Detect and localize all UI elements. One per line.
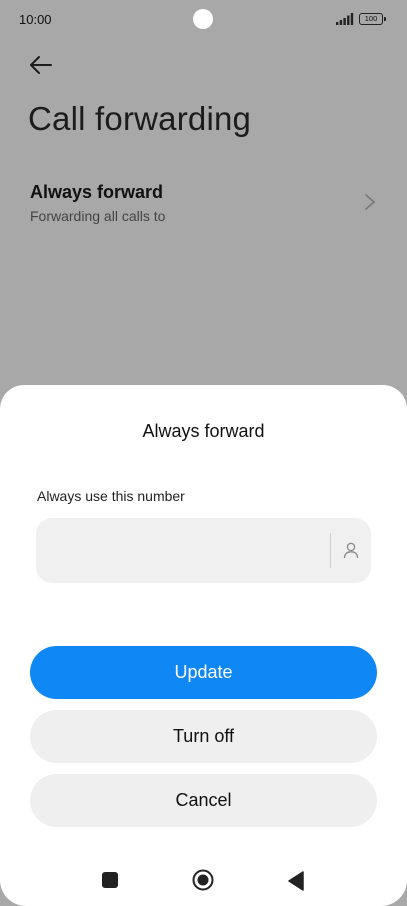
update-button[interactable]: Update — [30, 646, 377, 699]
square-recent-icon[interactable] — [102, 872, 118, 888]
battery-icon: 100 — [359, 13, 386, 25]
person-icon[interactable] — [342, 541, 360, 559]
front-camera — [193, 9, 213, 29]
number-field-label: Always use this number — [37, 488, 185, 504]
status-bar: 10:00 100 — [0, 0, 407, 40]
signal-icon — [336, 13, 354, 25]
row-title: Always forward — [30, 182, 164, 202]
number-input-box — [36, 518, 371, 585]
arrow-left-icon[interactable] — [28, 52, 54, 78]
always-forward-row[interactable]: Always forward Forwarding all calls to — [0, 170, 407, 240]
circle-home-icon[interactable] — [192, 869, 214, 891]
navigation-bar — [0, 862, 407, 898]
chevron-right-icon — [365, 194, 375, 210]
triangle-back-icon[interactable] — [287, 871, 305, 891]
turn-off-button[interactable]: Turn off — [30, 710, 377, 763]
page-title: Call forwarding — [28, 100, 252, 137]
input-divider — [330, 533, 331, 568]
cancel-button[interactable]: Cancel — [30, 774, 377, 827]
status-time: 10:00 — [19, 12, 52, 27]
row-subtitle: Forwarding all calls to — [30, 208, 166, 224]
phone-screen: 10:00 100 Call forwarding Always forward… — [0, 0, 407, 906]
dialog-title: Always forward — [142, 421, 265, 441]
forward-number-input[interactable] — [50, 518, 324, 585]
bottom-sheet-dialog: Always forward Always use this number Up… — [0, 385, 407, 906]
